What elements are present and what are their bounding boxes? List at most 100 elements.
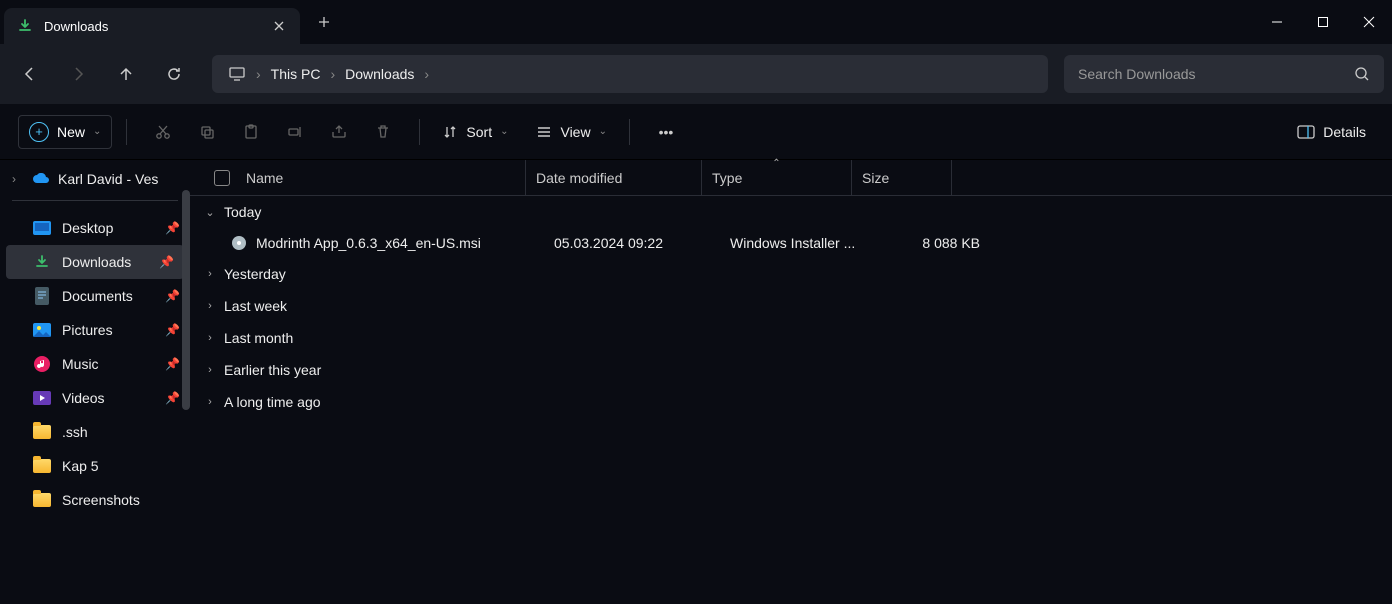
pc-icon[interactable] bbox=[220, 55, 254, 93]
chevron-right-icon[interactable]: › bbox=[422, 66, 431, 82]
maximize-button[interactable] bbox=[1300, 0, 1346, 44]
column-date-label: Date modified bbox=[536, 170, 622, 186]
sidebar-item-downloads[interactable]: Downloads 📌 bbox=[6, 245, 184, 279]
document-icon bbox=[32, 287, 52, 305]
more-button[interactable]: ••• bbox=[644, 110, 688, 154]
onedrive-icon bbox=[32, 170, 50, 188]
group-today[interactable]: ⌄ Today bbox=[190, 196, 1392, 228]
folder-icon bbox=[32, 491, 52, 509]
sort-label: Sort bbox=[466, 124, 492, 140]
sort-asc-icon: ⌃ bbox=[772, 158, 780, 169]
column-type-label: Type bbox=[712, 170, 742, 186]
sidebar-item-pictures[interactable]: Pictures 📌 bbox=[0, 313, 190, 347]
pin-icon: 📌 bbox=[165, 391, 180, 405]
forward-button[interactable] bbox=[56, 52, 100, 96]
file-list: Name Date modified Type ⌃ Size ⌄ Today M… bbox=[190, 160, 1392, 604]
sidebar-user[interactable]: › Karl David - Ves bbox=[0, 164, 190, 194]
chevron-right-icon: › bbox=[12, 172, 24, 186]
column-name-label: Name bbox=[246, 170, 283, 186]
group-label: Today bbox=[224, 204, 261, 220]
sidebar-item-music[interactable]: Music 📌 bbox=[0, 347, 190, 381]
chevron-down-icon: ⌄ bbox=[204, 206, 216, 219]
share-button[interactable] bbox=[317, 110, 361, 154]
chevron-right-icon: › bbox=[204, 364, 216, 376]
new-tab-button[interactable] bbox=[304, 4, 344, 40]
search-placeholder: Search Downloads bbox=[1078, 66, 1196, 82]
rename-button[interactable] bbox=[273, 110, 317, 154]
close-icon[interactable] bbox=[270, 17, 288, 35]
paste-button[interactable] bbox=[229, 110, 273, 154]
pin-icon: 📌 bbox=[165, 221, 180, 235]
sidebar-item-label: Desktop bbox=[62, 220, 113, 236]
sidebar-item-kap5[interactable]: Kap 5 bbox=[0, 449, 190, 483]
details-button[interactable]: Details bbox=[1289, 124, 1374, 140]
sidebar-item-ssh[interactable]: .ssh bbox=[0, 415, 190, 449]
details-icon bbox=[1297, 125, 1315, 139]
group-yesterday[interactable]: › Yesterday bbox=[190, 258, 1392, 290]
separator bbox=[126, 119, 127, 145]
file-row[interactable]: Modrinth App_0.6.3_x64_en-US.msi 05.03.2… bbox=[190, 228, 1392, 258]
delete-button[interactable] bbox=[361, 110, 405, 154]
up-button[interactable] bbox=[104, 52, 148, 96]
picture-icon bbox=[32, 321, 52, 339]
select-all-checkbox[interactable] bbox=[214, 170, 230, 186]
sidebar-item-desktop[interactable]: Desktop 📌 bbox=[0, 211, 190, 245]
sidebar-item-documents[interactable]: Documents 📌 bbox=[0, 279, 190, 313]
sidebar-user-label: Karl David - Ves bbox=[58, 171, 158, 187]
desktop-icon bbox=[32, 219, 52, 237]
group-label: Earlier this year bbox=[224, 362, 321, 378]
column-name[interactable]: Name bbox=[204, 160, 526, 195]
cut-button[interactable] bbox=[141, 110, 185, 154]
column-size-label: Size bbox=[862, 170, 889, 186]
sidebar-item-label: Documents bbox=[62, 288, 133, 304]
chevron-down-icon: ⌄ bbox=[599, 126, 607, 137]
new-button[interactable]: + New ⌄ bbox=[18, 115, 112, 149]
chevron-right-icon: › bbox=[204, 268, 216, 280]
address-bar[interactable]: › This PC › Downloads › bbox=[212, 55, 1048, 93]
group-longtime[interactable]: › A long time ago bbox=[190, 386, 1392, 418]
sidebar-item-screenshots[interactable]: Screenshots bbox=[0, 483, 190, 517]
breadcrumb-thispc[interactable]: This PC bbox=[263, 55, 329, 93]
close-window-button[interactable] bbox=[1346, 0, 1392, 44]
chevron-right-icon: › bbox=[204, 300, 216, 312]
column-type[interactable]: Type ⌃ bbox=[702, 160, 852, 195]
chevron-right-icon: › bbox=[204, 396, 216, 408]
breadcrumb-downloads[interactable]: Downloads bbox=[337, 55, 422, 93]
separator bbox=[12, 200, 178, 201]
chevron-right-icon[interactable]: › bbox=[328, 66, 337, 82]
file-type: Windows Installer ... bbox=[730, 235, 880, 251]
toolbar: + New ⌄ Sort ⌄ View ⌄ ••• Details bbox=[0, 104, 1392, 160]
chevron-right-icon[interactable]: › bbox=[254, 66, 263, 82]
sidebar-item-videos[interactable]: Videos 📌 bbox=[0, 381, 190, 415]
details-label: Details bbox=[1323, 124, 1366, 140]
sidebar-item-label: Videos bbox=[62, 390, 105, 406]
sidebar-item-label: Kap 5 bbox=[62, 458, 99, 474]
group-label: A long time ago bbox=[224, 394, 321, 410]
group-lastmonth[interactable]: › Last month bbox=[190, 322, 1392, 354]
copy-button[interactable] bbox=[185, 110, 229, 154]
sort-button[interactable]: Sort ⌄ bbox=[434, 124, 516, 140]
group-earlier[interactable]: › Earlier this year bbox=[190, 354, 1392, 386]
group-label: Last month bbox=[224, 330, 293, 346]
column-size[interactable]: Size bbox=[852, 160, 952, 195]
folder-icon bbox=[32, 457, 52, 475]
video-icon bbox=[32, 389, 52, 407]
chevron-right-icon: › bbox=[204, 332, 216, 344]
group-label: Yesterday bbox=[224, 266, 286, 282]
group-label: Last week bbox=[224, 298, 287, 314]
new-label: New bbox=[57, 124, 85, 140]
column-date[interactable]: Date modified bbox=[526, 160, 702, 195]
back-button[interactable] bbox=[8, 52, 52, 96]
download-icon bbox=[16, 17, 34, 35]
scrollbar[interactable] bbox=[182, 190, 190, 410]
minimize-button[interactable] bbox=[1254, 0, 1300, 44]
tab[interactable]: Downloads bbox=[4, 8, 300, 44]
sidebar-item-label: .ssh bbox=[62, 424, 88, 440]
group-lastweek[interactable]: › Last week bbox=[190, 290, 1392, 322]
view-button[interactable]: View ⌄ bbox=[528, 124, 614, 140]
search-input[interactable]: Search Downloads bbox=[1064, 55, 1384, 93]
music-icon bbox=[32, 355, 52, 373]
tab-title: Downloads bbox=[44, 19, 260, 34]
refresh-button[interactable] bbox=[152, 52, 196, 96]
file-date: 05.03.2024 09:22 bbox=[554, 235, 730, 251]
